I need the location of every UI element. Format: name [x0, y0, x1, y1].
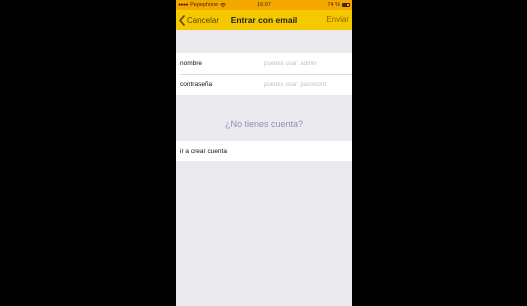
- password-row: contraseña: [176, 74, 352, 95]
- create-account-label: ir a crear cuenta: [180, 147, 227, 155]
- battery-fill: [343, 4, 348, 6]
- battery-percent: 74 %: [327, 2, 340, 8]
- status-bar: ●●●● Pepephone 16:07 74 %: [176, 0, 352, 10]
- username-label: nombre: [180, 60, 203, 67]
- username-input[interactable]: [264, 58, 348, 69]
- status-bar-right: 74 %: [327, 0, 350, 10]
- signup-section-header: ¿No tienes cuenta?: [224, 119, 304, 129]
- password-label: contraseña: [180, 81, 213, 88]
- username-row: nombre: [176, 53, 352, 74]
- cancel-button-label: Cancelar: [187, 15, 220, 25]
- empty-table-area: [176, 161, 352, 306]
- status-time: 16:07: [257, 2, 271, 8]
- battery-icon: [342, 3, 350, 7]
- navigation-bar: Cancelar Entrar con email Enviar: [176, 10, 352, 30]
- phone-screen: ●●●● Pepephone 16:07 74 % Cancelar Entra…: [176, 0, 352, 306]
- cancel-button[interactable]: Cancelar: [179, 10, 219, 30]
- create-account-link[interactable]: ir a crear cuenta: [176, 141, 352, 161]
- chevron-left-icon: [179, 14, 185, 26]
- password-input[interactable]: [264, 79, 348, 90]
- login-form: nombre contraseña: [176, 53, 352, 95]
- send-button[interactable]: Enviar: [326, 10, 349, 30]
